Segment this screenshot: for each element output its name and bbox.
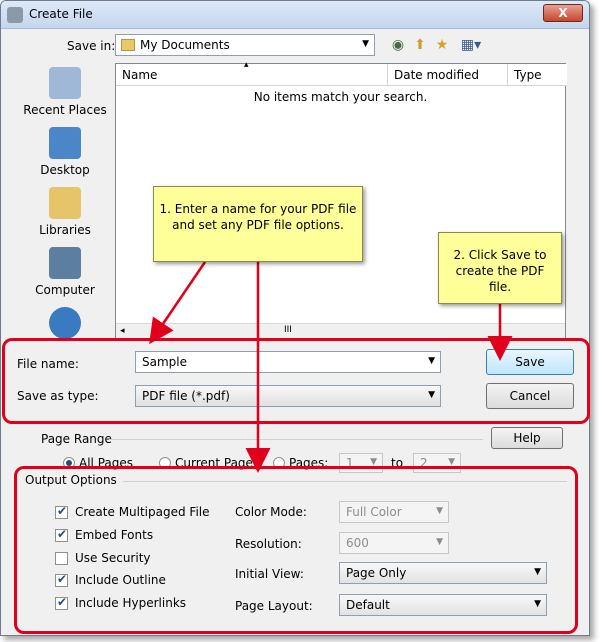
new-folder-icon[interactable]: ★ [433,36,451,54]
places-bar: Recent Places Desktop Libraries Computer [15,63,115,341]
save-in-dropdown[interactable]: My Documents ▼ [115,34,375,56]
back-icon[interactable]: ◉ [389,36,407,54]
callout-step2: 2. Click Save to create the PDF file. [438,232,562,304]
callout-step1: 1. Enter a name for your PDF file and se… [153,186,363,262]
page-range-title: Page Range [41,432,112,446]
libraries-icon [49,187,81,219]
place-label: Recent Places [23,103,107,117]
group-divider [109,439,483,440]
place-label: Libraries [39,223,91,237]
column-label: Name [122,68,158,82]
column-label: Type [514,68,542,82]
place-label: Desktop [40,163,90,177]
place-label: Computer [35,283,95,297]
folder-icon [121,39,135,51]
sort-arrow-icon: ▴ [244,60,249,70]
column-header-type[interactable]: Type [508,64,567,86]
help-button[interactable]: Help [491,427,563,449]
up-folder-icon[interactable]: ⬆ [411,36,429,54]
output-options-highlight [14,466,578,634]
scroll-grip[interactable]: III [284,325,292,335]
recent-places-icon [49,67,81,99]
place-computer[interactable]: Computer [15,247,115,297]
app-icon [7,7,23,23]
place-desktop[interactable]: Desktop [15,127,115,177]
save-in-value: My Documents [140,38,230,52]
network-icon [49,307,81,339]
scroll-left-icon[interactable]: ◂ [120,326,125,336]
place-recent-places[interactable]: Recent Places [15,67,115,117]
close-button[interactable]: X [543,4,583,22]
desktop-icon [49,127,81,159]
column-header-name[interactable]: Name ▴ [116,60,388,86]
column-label: Date modified [394,68,480,82]
computer-icon [49,247,81,279]
file-fields-highlight [2,338,590,424]
place-libraries[interactable]: Libraries [15,187,115,237]
window-title: Create File [29,7,93,21]
save-in-label: Save in: [67,39,116,53]
empty-message: No items match your search. [253,90,428,104]
chevron-down-icon: ▼ [362,39,369,49]
title-bar: Create File X [1,1,589,29]
column-header-date[interactable]: Date modified [388,64,508,86]
view-menu-icon[interactable]: ▦▾ [457,36,485,54]
